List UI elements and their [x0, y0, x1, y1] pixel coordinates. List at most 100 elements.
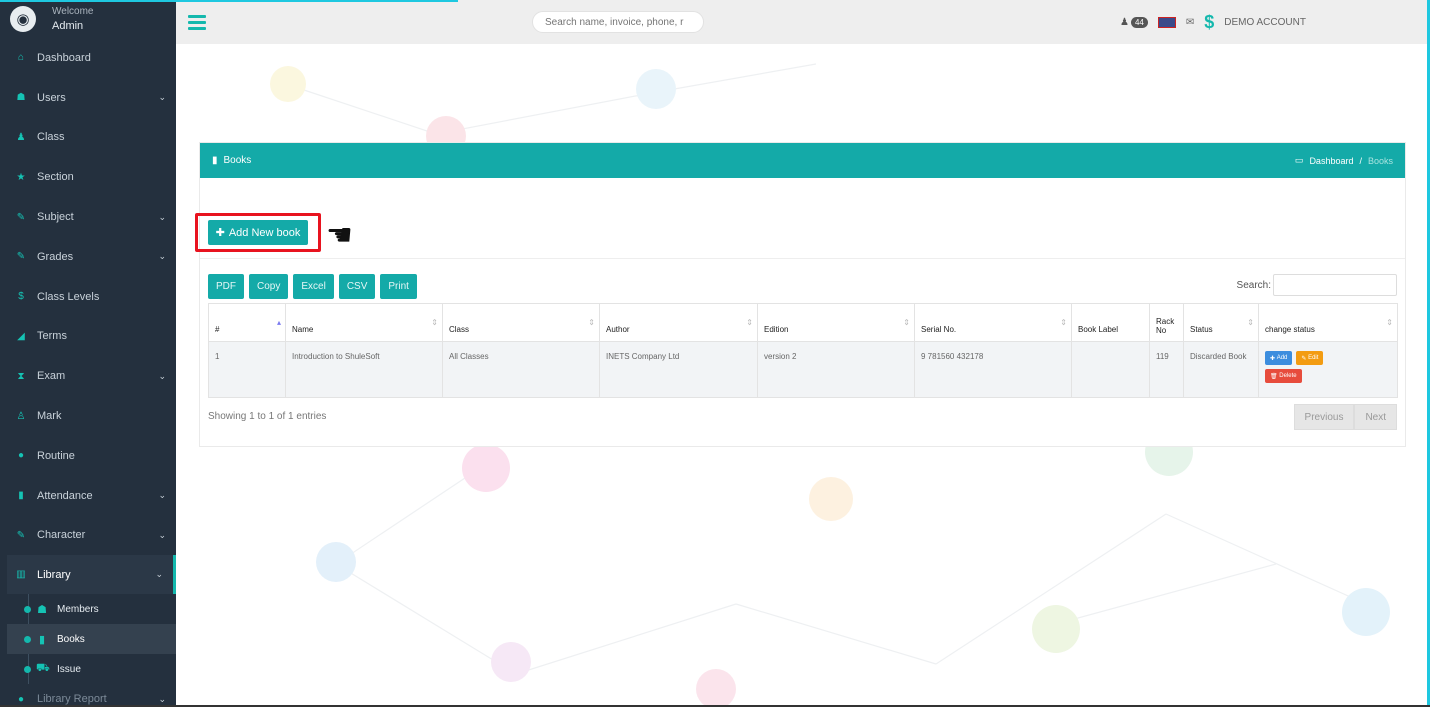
clock-icon: ● — [17, 450, 25, 462]
edit-icon: ✎ — [16, 251, 26, 263]
search-label: Search: — [1236, 279, 1271, 291]
sort-icon: ⇕ — [903, 318, 910, 327]
sidebar-item-label: Grades — [37, 250, 74, 263]
cell-edition: version 2 — [757, 341, 915, 398]
notifications-button[interactable]: ♟ 44 — [1120, 17, 1148, 28]
sidebar-item-label: Users — [37, 91, 66, 104]
global-search-input[interactable] — [532, 11, 704, 33]
sidebar-item-grades[interactable]: ✎ Grades ⌄ — [0, 237, 176, 277]
dollar-icon: $ — [18, 291, 24, 303]
col-header-rack-no[interactable]: Rack No — [1149, 303, 1184, 342]
edit-icon: ✎ — [16, 529, 26, 541]
sidebar-item-subject[interactable]: ✎ Subject ⌄ — [0, 197, 176, 237]
bullet-icon — [24, 635, 31, 643]
col-header-serial[interactable]: Serial No. ⇕ — [914, 303, 1072, 342]
sidebar-item-label: Dashboard — [37, 51, 91, 64]
sidebar: ◉ Welcome Admin ⌂ Dashboard ☗ Users ⌄ ♟ Class ★… — [0, 0, 176, 707]
sidebar-item-character[interactable]: ✎ Character ⌄ — [0, 516, 176, 556]
topbar: ♟ 44 ✉ $ DEMO ACCOUNT — [176, 0, 1430, 44]
col-header-number[interactable]: # ▴ — [208, 303, 286, 342]
chevron-down-icon: ⌄ — [158, 92, 166, 103]
sidebar-item-label: Class — [37, 131, 65, 144]
sidebar-item-library[interactable]: ▥ Library ⌄ — [7, 555, 176, 595]
sort-icon: ▴ — [276, 318, 281, 327]
print-button[interactable]: Print — [380, 274, 417, 299]
sidebar-item-label: Attendance — [37, 489, 93, 502]
next-page-button[interactable]: Next — [1354, 404, 1397, 430]
clipboard-icon: ▮ — [18, 490, 24, 502]
sidebar-item-class-levels[interactable]: $ Class Levels — [0, 277, 176, 317]
csv-button[interactable]: CSV — [338, 274, 376, 299]
sidebar-item-label: Character — [37, 529, 86, 542]
col-header-book-label[interactable]: Book Label — [1071, 303, 1150, 342]
breadcrumb-home[interactable]: Dashboard — [1309, 156, 1353, 166]
col-header-author[interactable]: Author ⇕ — [599, 303, 758, 342]
add-status-button[interactable]: ✚ Add — [1265, 351, 1293, 365]
sidebar-item-users[interactable]: ☗ Users ⌄ — [0, 78, 176, 118]
books-table: # ▴ Name ⇕ Class ⇕ Author ⇕ Edition ⇕ Serial … — [208, 303, 1398, 398]
sidebar-item-mark[interactable]: ♙ Mark — [0, 396, 176, 436]
sort-icon: ⇕ — [1060, 318, 1067, 327]
library-submenu: ☗ Members ▮ Books ⛟ Issue — [7, 594, 176, 685]
highlight-box: ✚ Add New book — [195, 213, 321, 252]
dollar-icon[interactable]: $ — [1204, 12, 1214, 33]
users-icon: ☗ — [16, 92, 26, 104]
welcome-text: Welcome — [52, 6, 94, 17]
table-search-input[interactable] — [1273, 274, 1397, 296]
chart-icon: ◢ — [17, 330, 25, 342]
export-buttons: PDF Copy Excel CSV Print — [208, 274, 417, 299]
breadcrumb-current: Books — [1367, 155, 1393, 166]
sidebar-item-terms[interactable]: ◢ Terms — [0, 317, 176, 357]
sidebar-item-library-report[interactable]: ● Library Report ⌄ — [0, 684, 176, 707]
previous-page-button[interactable]: Previous — [1293, 404, 1355, 430]
add-new-book-button[interactable]: ✚ Add New book — [208, 220, 308, 245]
star-icon: ★ — [16, 171, 26, 183]
cell-name: Introduction to ShuleSoft — [285, 341, 443, 398]
copy-button[interactable]: Copy — [249, 274, 289, 299]
sidebar-subitem-members[interactable]: ☗ Members — [7, 594, 176, 624]
sidebar-item-section[interactable]: ★ Section — [0, 157, 176, 197]
col-header-edition[interactable]: Edition ⇕ — [757, 303, 915, 342]
menu-toggle-icon[interactable] — [188, 14, 206, 30]
col-header-name[interactable]: Name ⇕ — [285, 303, 443, 342]
sidebar-item-class[interactable]: ♟ Class — [0, 118, 176, 158]
chevron-down-icon: ⌄ — [158, 370, 166, 381]
class-icon: ♟ — [16, 131, 26, 143]
language-flag-icon[interactable] — [1157, 17, 1176, 28]
table-row: 1 Introduction to ShuleSoft All Classes … — [208, 341, 1398, 398]
chevron-down-icon: ⌄ — [155, 569, 163, 580]
library-icon: ▥ — [16, 569, 26, 581]
mail-icon[interactable]: ✉ — [1186, 17, 1194, 28]
flask-icon: ♙ — [16, 410, 26, 422]
pdf-button[interactable]: PDF — [208, 274, 244, 299]
col-header-class[interactable]: Class ⇕ — [442, 303, 600, 342]
sort-icon: ⇕ — [1386, 318, 1393, 327]
bullet-icon — [24, 605, 31, 613]
main-content: ▮ Books ▭ Dashboard / Books ✚ Add New bo… — [176, 44, 1430, 707]
sidebar-item-attendance[interactable]: ▮ Attendance ⌄ — [0, 476, 176, 516]
panel-title: Books — [223, 155, 252, 166]
cell-status: Discarded Book — [1183, 341, 1259, 398]
cell-book-label — [1071, 341, 1150, 398]
sidebar-subitem-books[interactable]: ▮ Books — [7, 624, 176, 655]
cell-serial: 9 781560 432178 — [914, 341, 1072, 398]
sidebar-item-routine[interactable]: ● Routine — [0, 436, 176, 476]
sidebar-subitem-issue[interactable]: ⛟ Issue — [7, 654, 176, 684]
sidebar-item-dashboard[interactable]: ⌂ Dashboard — [0, 38, 176, 78]
cell-rack: 119 — [1149, 341, 1184, 398]
col-header-status[interactable]: Status ⇕ — [1183, 303, 1259, 342]
edit-button[interactable]: ✎ Edit — [1296, 351, 1324, 365]
delete-button[interactable]: 🗑 Delete — [1265, 369, 1302, 383]
account-menu[interactable]: DEMO ACCOUNT — [1224, 17, 1306, 28]
sort-icon: ⇕ — [431, 318, 438, 327]
col-header-change-status[interactable]: change status ⇕ — [1258, 303, 1398, 342]
sort-icon: ⇕ — [588, 318, 595, 327]
sidebar-subitem-label: Members — [57, 603, 99, 615]
excel-button[interactable]: Excel — [293, 274, 334, 299]
top-progress-line — [0, 0, 458, 2]
sort-icon: ⇕ — [1247, 318, 1254, 327]
sidebar-item-exam[interactable]: ⧗ Exam ⌄ — [0, 356, 176, 396]
sidebar-item-label: Routine — [37, 449, 75, 462]
report-icon: ● — [17, 693, 25, 705]
sidebar-subitem-label: Issue — [57, 663, 81, 675]
